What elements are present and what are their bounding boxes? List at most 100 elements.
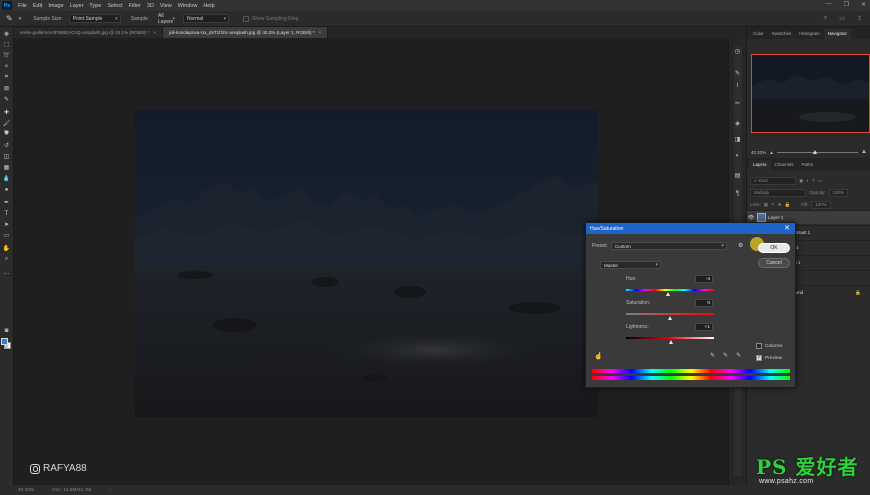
navigator-preview[interactable]: [751, 54, 870, 133]
brush-settings-icon[interactable]: ✎: [733, 70, 742, 78]
type-tool-icon[interactable]: T: [2, 210, 11, 217]
hue-slider-knob[interactable]: [666, 292, 670, 296]
eyedropper-icon[interactable]: ✎: [710, 352, 715, 359]
menu-select[interactable]: Select: [104, 3, 125, 9]
more-tools-icon[interactable]: …: [2, 269, 11, 276]
hue-slider-track[interactable]: [626, 289, 714, 291]
saturation-slider-track[interactable]: [626, 313, 714, 315]
3d-panel-icon[interactable]: ◈: [733, 120, 742, 128]
blend-mode-dropdown[interactable]: Multiply: [750, 188, 806, 197]
sample-dropdown[interactable]: All Layers: [155, 13, 177, 25]
hand-tool-icon[interactable]: ✋: [2, 245, 11, 252]
close-icon[interactable]: ✕: [784, 224, 790, 232]
document-tab-1[interactable]: emile-guillemot-tIFWBEACcQ-unsplash.jpg …: [14, 27, 163, 38]
lock-all-icon[interactable]: 🔒: [785, 202, 791, 208]
tab-channels[interactable]: Channels: [771, 160, 798, 170]
hand-adjust-icon[interactable]: ☝: [594, 352, 603, 360]
lock-transparency-icon[interactable]: ▦: [764, 202, 768, 208]
saturation-slider-knob[interactable]: [668, 316, 672, 320]
close-tab-icon[interactable]: ×: [319, 30, 322, 35]
close-window-icon[interactable]: ✕: [861, 1, 866, 8]
marquee-tool-icon[interactable]: ⬚: [2, 41, 11, 48]
eyedropper-minus-icon[interactable]: ✎: [736, 352, 741, 359]
menu-window[interactable]: Window: [175, 3, 201, 9]
tab-navigator[interactable]: Navigator: [823, 29, 852, 39]
clone-source-icon[interactable]: ✂: [733, 100, 742, 108]
document-canvas[interactable]: [135, 110, 598, 417]
tab-color[interactable]: Color: [749, 29, 768, 39]
menu-type[interactable]: Type: [86, 3, 104, 9]
lightness-slider-knob[interactable]: [669, 340, 673, 344]
sample-size-dropdown[interactable]: Point Sample: [68, 14, 121, 23]
doc-size[interactable]: Doc: 11.9M/31.7M: [52, 488, 91, 493]
history-brush-tool-icon[interactable]: ↺: [2, 142, 11, 149]
hue-input[interactable]: -4: [695, 275, 713, 283]
layer-name[interactable]: Layer 1: [768, 215, 783, 220]
colorize-checkbox[interactable]: [756, 343, 762, 349]
preset-dropdown[interactable]: Custom: [610, 242, 727, 250]
tab-swatches[interactable]: Swatches: [768, 29, 796, 39]
menu-file[interactable]: File: [15, 3, 30, 9]
menu-help[interactable]: Help: [200, 3, 217, 9]
photoshop-logo[interactable]: Ps: [2, 1, 12, 10]
eyedropper-tool-icon[interactable]: ✎: [2, 96, 11, 103]
lightness-slider-track[interactable]: [626, 337, 714, 339]
quick-select-tool-icon[interactable]: ✧: [2, 63, 11, 70]
pen-tool-icon[interactable]: ✒: [2, 199, 11, 206]
filter-pixel-icon[interactable]: ▣: [799, 178, 803, 184]
gear-icon[interactable]: ⚙: [738, 242, 743, 249]
minimize-icon[interactable]: —: [826, 1, 832, 8]
healing-brush-tool-icon[interactable]: ✚: [2, 109, 11, 116]
properties-panel-icon[interactable]: ▤: [733, 172, 742, 180]
filter-type-icon[interactable]: T: [812, 178, 815, 183]
workspace-icon[interactable]: ▭: [839, 15, 845, 22]
menu-3d[interactable]: 3D: [144, 3, 157, 9]
tool-preset-chevron-icon[interactable]: ▾: [19, 16, 22, 22]
path-selection-tool-icon[interactable]: ➤: [2, 221, 11, 228]
crop-tool-icon[interactable]: ⌗: [2, 74, 11, 81]
eye-icon[interactable]: 👁: [747, 215, 755, 221]
zoom-out-icon[interactable]: ▲: [769, 150, 773, 155]
menu-image[interactable]: Image: [45, 3, 66, 9]
brush-tool-icon[interactable]: 🖌: [2, 120, 11, 127]
clone-stamp-tool-icon[interactable]: ⛊: [2, 131, 11, 138]
status-menu-icon[interactable]: ›: [109, 488, 111, 493]
paragraph-panel-icon[interactable]: ¶: [733, 190, 742, 198]
close-tab-icon[interactable]: ×: [153, 30, 156, 35]
slider-knob[interactable]: [813, 149, 818, 154]
preview-checkbox[interactable]: ✓: [756, 355, 762, 361]
filter-shape-icon[interactable]: ▭: [818, 178, 822, 184]
eraser-tool-icon[interactable]: ◫: [2, 153, 11, 160]
tab-histogram[interactable]: Histogram: [795, 29, 824, 39]
navigator-zoom-slider[interactable]: [776, 149, 859, 154]
quick-mask-icon[interactable]: ◙: [2, 327, 11, 334]
zoom-in-icon[interactable]: ▲: [861, 149, 867, 155]
kind-filter-dropdown[interactable]: ⌕ Kind: [750, 176, 796, 185]
colorize-checkbox-row[interactable]: Colorize: [756, 343, 783, 349]
opacity-input[interactable]: 100%: [828, 188, 849, 197]
menu-view[interactable]: View: [157, 3, 175, 9]
menu-filter[interactable]: Filter: [126, 3, 144, 9]
search-icon[interactable]: ⌕: [824, 15, 827, 22]
filter-adjust-icon[interactable]: ◐: [806, 178, 809, 183]
lasso-tool-icon[interactable]: ➰: [2, 52, 11, 59]
lightness-input[interactable]: +1: [695, 323, 713, 331]
dodge-tool-icon[interactable]: ●: [2, 186, 11, 193]
channel-dropdown[interactable]: Master: [600, 261, 661, 269]
share-icon[interactable]: ⇪: [857, 15, 862, 22]
preview-checkbox-row[interactable]: ✓ Preview: [756, 355, 782, 361]
eyedropper-tool-icon[interactable]: ✎: [6, 14, 13, 23]
rectangle-tool-icon[interactable]: ▭: [2, 232, 11, 239]
zoom-level[interactable]: 40.33%: [18, 488, 34, 493]
show-sampling-ring-checkbox[interactable]: Show Sampling Ring: [243, 15, 298, 22]
eyedropper-plus-icon[interactable]: ✎: [723, 352, 728, 359]
menu-layer[interactable]: Layer: [67, 3, 87, 9]
blur-tool-icon[interactable]: 💧: [2, 175, 11, 182]
menu-edit[interactable]: Edit: [30, 3, 45, 9]
gradient-tool-icon[interactable]: ▦: [2, 164, 11, 171]
move-tool-icon[interactable]: ✥: [2, 31, 11, 38]
document-tab-2[interactable]: juli-kosolapova-Ux_dvT1f1bc-unsplash.jpg…: [162, 27, 329, 38]
info-panel-icon[interactable]: ◨: [733, 136, 742, 144]
cancel-button[interactable]: Cancel: [758, 258, 790, 268]
fill-input[interactable]: 100%: [811, 200, 831, 209]
